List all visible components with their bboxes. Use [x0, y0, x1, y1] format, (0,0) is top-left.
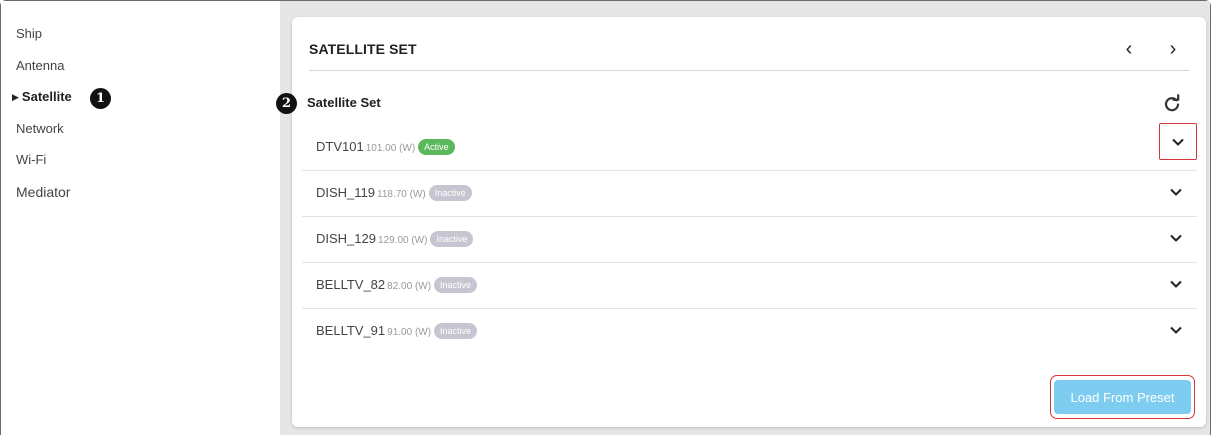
sidebar-item-ship[interactable]: Ship	[16, 24, 42, 44]
expand-button[interactable]	[1159, 123, 1197, 160]
expand-button[interactable]	[1163, 317, 1189, 343]
status-badge: Inactive	[434, 323, 478, 339]
sidebar-item-label: Mediator	[16, 184, 71, 200]
satellite-set-card: SATELLITE SET ‹ › 2 Satellite Set DTV101…	[276, 17, 1206, 427]
sidebar: Ship Antenna ▶ Satellite 1 Network Wi-Fi …	[1, 1, 280, 435]
sidebar-item-label: Satellite	[21, 89, 72, 104]
status-badge: Inactive	[428, 185, 472, 201]
chevron-down-icon	[1170, 188, 1182, 196]
sidebar-item-label: Ship	[16, 26, 43, 41]
satellite-row[interactable]: BELLTV_91 91.00 (W) Inactive	[302, 309, 1197, 355]
callout-marker-1: 1	[90, 88, 111, 109]
satellite-longitude: 101.00 (W)	[365, 143, 416, 154]
satellite-longitude: 118.70 (W)	[377, 189, 426, 200]
chevron-down-icon	[1170, 234, 1182, 242]
sidebar-item-satellite[interactable]: ▶ Satellite	[12, 87, 72, 107]
expand-button[interactable]	[1163, 225, 1189, 251]
chevron-down-icon	[1170, 280, 1182, 288]
satellite-name: BELLTV_82	[316, 277, 386, 292]
refresh-icon	[1164, 94, 1180, 112]
satellite-row[interactable]: BELLTV_82 82.00 (W) Inactive	[302, 263, 1197, 309]
status-badge: Inactive	[434, 277, 478, 293]
page-title: SATELLITE SET	[309, 41, 417, 57]
satellite-name: BELLTV_91	[316, 323, 386, 338]
satellite-name: DTV101	[316, 139, 364, 154]
satellite-name: DISH_129	[316, 231, 376, 246]
sidebar-item-mediator[interactable]: Mediator	[16, 182, 70, 202]
sidebar-item-label: Wi-Fi	[16, 152, 47, 167]
status-badge: Active	[418, 139, 455, 155]
expand-button[interactable]	[1163, 271, 1189, 297]
title-divider	[309, 70, 1189, 71]
sidebar-item-antenna[interactable]: Antenna	[16, 56, 64, 76]
satellite-longitude: 129.00 (W)	[377, 235, 428, 246]
satellite-longitude: 82.00 (W)	[387, 281, 432, 292]
status-badge: Inactive	[430, 231, 474, 247]
active-indicator-icon: ▶	[12, 92, 19, 102]
load-from-preset-button[interactable]: Load From Preset	[1054, 380, 1191, 414]
refresh-button[interactable]	[1161, 93, 1183, 115]
satellite-longitude: 91.00 (W)	[387, 327, 432, 338]
expand-button[interactable]	[1163, 179, 1189, 205]
satellite-row[interactable]: DISH_129 129.00 (W) Inactive	[302, 217, 1197, 263]
sidebar-item-wifi[interactable]: Wi-Fi	[16, 150, 46, 170]
prev-button[interactable]: ‹	[1117, 35, 1141, 63]
sidebar-item-label: Network	[16, 121, 64, 136]
preset-highlight: Load From Preset	[1050, 375, 1195, 419]
chevron-down-icon	[1170, 326, 1182, 334]
next-button[interactable]: ›	[1161, 35, 1185, 63]
satellite-row[interactable]: DTV101 101.00 (W) Active	[302, 123, 1197, 171]
callout-marker-2: 2	[276, 93, 297, 114]
sidebar-item-label: Antenna	[16, 58, 65, 73]
satellite-name: DISH_119	[316, 185, 376, 200]
sidebar-item-network[interactable]: Network	[16, 119, 64, 139]
satellite-row[interactable]: DISH_119 118.70 (W) Inactive	[302, 171, 1197, 217]
chevron-down-icon	[1172, 138, 1184, 146]
section-label: Satellite Set	[307, 95, 381, 110]
